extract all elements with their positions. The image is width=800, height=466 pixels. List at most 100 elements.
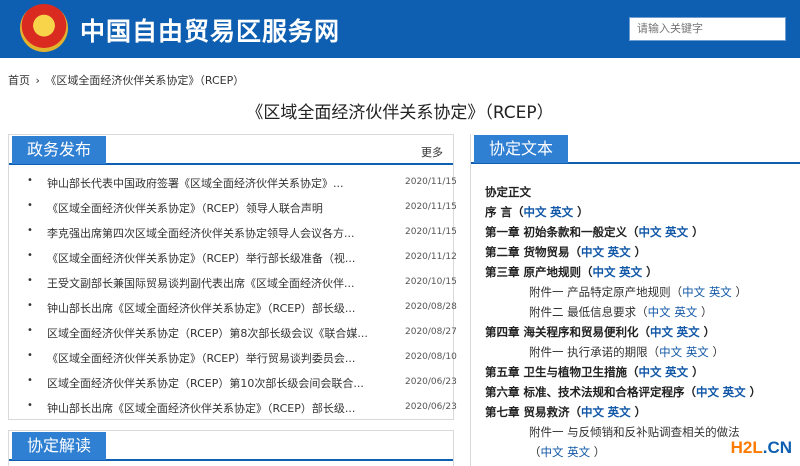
toc-label: 附件二 最低信息要求（ bbox=[529, 305, 648, 319]
news-item[interactable]: 区域全面经济伙伴关系协定（RCEP）第10次部长级会间会联合... 2020/06… bbox=[27, 375, 457, 400]
breadcrumb-current: 《区域全面经济伙伴关系协定》（RCEP） bbox=[45, 74, 245, 87]
english-link[interactable]: 英文 bbox=[677, 325, 700, 339]
interpretation-panel: 协定解读 bbox=[8, 430, 454, 466]
news-date: 2020/10/15 bbox=[405, 277, 457, 287]
news-title[interactable]: 《区域全面经济伙伴关系协定》（RCEP）举行贸易谈判委员会... bbox=[47, 350, 397, 366]
toc-row: 附件二 最低信息要求（中文 英文 ） bbox=[529, 305, 713, 319]
news-date: 2020/11/15 bbox=[405, 177, 457, 187]
news-panel-title: 政务发布 bbox=[12, 136, 107, 164]
toc-row: 附件一 执行承诺的期限（中文 英文 ） bbox=[529, 345, 724, 359]
search-input[interactable] bbox=[629, 17, 786, 41]
chinese-link[interactable]: 中文 bbox=[682, 285, 705, 299]
english-link[interactable]: 英文 bbox=[550, 205, 573, 219]
toc-label: 第一章 初始条款和一般定义（ bbox=[485, 225, 639, 239]
news-title[interactable]: 王受文副部长兼国际贸易谈判副代表出席《区域全面经济伙伴... bbox=[47, 275, 397, 291]
english-link[interactable]: 英文 bbox=[608, 405, 631, 419]
english-link[interactable]: 英文 bbox=[674, 305, 697, 319]
news-date: 2020/08/27 bbox=[405, 327, 457, 337]
chinese-link[interactable]: 中文 bbox=[524, 205, 547, 219]
news-title[interactable]: 钟山部长代表中国政府签署《区域全面经济伙伴关系协定》... bbox=[47, 175, 397, 191]
toc-label: 第四章 海关程序和贸易便利化（ bbox=[485, 325, 651, 339]
breadcrumb-separator: › bbox=[35, 74, 40, 87]
top-banner: 中国自由贸易区服务网 bbox=[0, 0, 800, 58]
toc-row: 第六章 标准、技术法规和合格评定程序（中文 英文 ） bbox=[485, 385, 762, 399]
news-panel-header: 政务发布 更多 bbox=[9, 135, 453, 165]
news-item[interactable]: 区域全面经济伙伴关系协定（RCEP）第8次部长级会议《联合媒... 2020/08… bbox=[27, 325, 457, 350]
news-item[interactable]: 《区域全面经济伙伴关系协定》（RCEP）举行部长级准备（视... 2020/11/… bbox=[27, 250, 457, 275]
interpretation-panel-title: 协定解读 bbox=[12, 432, 107, 460]
agreement-text-panel: 协定文本 协定正文 序 言（中文 英文 ）第一章 初始条款和一般定义（中文 英文… bbox=[470, 134, 800, 466]
toc-label: 第六章 标准、技术法规和合格评定程序（ bbox=[485, 385, 697, 399]
site-title[interactable]: 中国自由贸易区服务网 bbox=[80, 12, 340, 48]
news-title[interactable]: 区域全面经济伙伴关系协定（RCEP）第10次部长级会间会联合... bbox=[47, 375, 397, 391]
news-date: 2020/06/23 bbox=[405, 402, 457, 412]
chinese-link[interactable]: 中文 bbox=[696, 385, 719, 399]
chinese-link[interactable]: 中文 bbox=[650, 325, 673, 339]
news-item[interactable]: 钟山部长代表中国政府签署《区域全面经济伙伴关系协定》... 2020/11/15 bbox=[27, 175, 457, 200]
toc-label: 附件一 与反倾销和反补贴调查相关的做法 bbox=[529, 425, 740, 439]
chinese-link[interactable]: 中文 bbox=[581, 405, 604, 419]
chinese-link[interactable]: 中文 bbox=[639, 365, 662, 379]
chinese-link[interactable]: 中文 bbox=[581, 245, 604, 259]
toc-label: 第五章 卫生与植物卫生措施（ bbox=[485, 365, 639, 379]
toc-label: 附件一 产品特定原产地规则（ bbox=[529, 285, 683, 299]
news-date: 2020/08/10 bbox=[405, 352, 457, 362]
chinese-link[interactable]: 中文 bbox=[639, 225, 662, 239]
news-item[interactable]: 《区域全面经济伙伴关系协定》（RCEP）举行贸易谈判委员会... 2020/08/… bbox=[27, 350, 457, 375]
toc-row: 第四章 海关程序和贸易便利化（中文 英文 ） bbox=[485, 325, 716, 339]
news-title[interactable]: 李克强出席第四次区域全面经济伙伴关系协定领导人会议各方... bbox=[47, 225, 397, 241]
agreement-toc: 协定正文 序 言（中文 英文 ） 第一章 初始条款和一般定义（中文 英文 ） 第二章… bbox=[485, 184, 800, 464]
agreement-text-title: 协定文本 bbox=[474, 135, 569, 163]
news-title[interactable]: 《区域全面经济伙伴关系协定》（RCEP）举行部长级准备（视... bbox=[47, 250, 397, 266]
news-date: 2020/08/28 bbox=[405, 302, 457, 312]
toc-label: 序 言（ bbox=[485, 205, 524, 219]
news-title[interactable]: 《区域全面经济伙伴关系协定》（RCEP）领导人联合声明 bbox=[47, 200, 397, 216]
news-item[interactable]: 李克强出席第四次区域全面经济伙伴关系协定领导人会议各方... 2020/11/15 bbox=[27, 225, 457, 250]
news-list: 钟山部长代表中国政府签署《区域全面经济伙伴关系协定》...2020/11/15《… bbox=[27, 175, 457, 425]
news-item[interactable]: 王受文副部长兼国际贸易谈判副代表出席《区域全面经济伙伴... 2020/10/15 bbox=[27, 275, 457, 300]
news-title[interactable]: 钟山部长出席《区域全面经济伙伴关系协定》（RCEP）部长级... bbox=[47, 300, 397, 316]
chinese-link[interactable]: 中文 bbox=[593, 265, 616, 279]
news-panel: 政务发布 更多 钟山部长代表中国政府签署《区域全面经济伙伴关系协定》... 202… bbox=[8, 134, 457, 420]
toc-label: 第三章 原产地规则（ bbox=[485, 265, 593, 279]
english-link[interactable]: 英文 bbox=[723, 385, 746, 399]
news-title[interactable]: 钟山部长出席《区域全面经济伙伴关系协定》（RCEP）部长级... bbox=[47, 400, 397, 416]
toc-label: 附件一 执行承诺的期限（ bbox=[529, 345, 660, 359]
english-link[interactable]: 英文 bbox=[709, 285, 732, 299]
page-title: 《区域全面经济伙伴关系协定》（RCEP） bbox=[246, 103, 554, 123]
english-link[interactable]: 英文 bbox=[665, 365, 688, 379]
toc-row: 第三章 原产地规则（中文 英文 ） bbox=[485, 265, 658, 279]
national-emblem-icon bbox=[20, 4, 68, 52]
news-date: 2020/11/15 bbox=[405, 202, 457, 212]
toc-heading: 协定正文 bbox=[485, 185, 531, 199]
news-date: 2020/06/23 bbox=[405, 377, 457, 387]
news-date: 2020/11/12 bbox=[405, 252, 457, 262]
more-link[interactable]: 更多 bbox=[421, 144, 443, 160]
news-title[interactable]: 区域全面经济伙伴关系协定（RCEP）第8次部长级会议《联合媒... bbox=[47, 325, 397, 341]
toc-row: 第二章 货物贸易（中文 英文 ） bbox=[485, 245, 647, 259]
chinese-link[interactable]: 中文 bbox=[541, 445, 564, 459]
english-link[interactable]: 英文 bbox=[608, 245, 631, 259]
news-item[interactable]: 钟山部长出席《区域全面经济伙伴关系协定》（RCEP）部长级... 2020/08/… bbox=[27, 300, 457, 325]
toc-row: 序 言（中文 英文 ） bbox=[485, 205, 589, 219]
toc-row: 第一章 初始条款和一般定义（中文 英文 ） bbox=[485, 225, 704, 239]
breadcrumb-home[interactable]: 首页 bbox=[8, 74, 30, 87]
chinese-link[interactable]: 中文 bbox=[659, 345, 682, 359]
toc-row: 第五章 卫生与植物卫生措施（中文 英文 ） bbox=[485, 365, 704, 379]
english-link[interactable]: 英文 bbox=[686, 345, 709, 359]
chinese-link[interactable]: 中文 bbox=[648, 305, 671, 319]
news-date: 2020/11/15 bbox=[405, 227, 457, 237]
english-link[interactable]: 英文 bbox=[665, 225, 688, 239]
watermark-logo: H2L.CN bbox=[730, 438, 792, 457]
toc-label: 第七章 贸易救济（ bbox=[485, 405, 582, 419]
toc-label: （ bbox=[529, 445, 541, 459]
interpretation-panel-header: 协定解读 bbox=[9, 431, 453, 461]
news-item[interactable]: 钟山部长出席《区域全面经济伙伴关系协定》（RCEP）部长级... 2020/06/… bbox=[27, 400, 457, 425]
agreement-text-header: 协定文本 bbox=[471, 134, 800, 164]
toc-row: 第七章 贸易救济（中文 英文 ） bbox=[485, 405, 647, 419]
toc-label: 第二章 货物贸易（ bbox=[485, 245, 582, 259]
breadcrumb: 首页 › 《区域全面经济伙伴关系协定》（RCEP） bbox=[8, 72, 246, 88]
english-link[interactable]: 英文 bbox=[567, 445, 590, 459]
english-link[interactable]: 英文 bbox=[619, 265, 642, 279]
news-item[interactable]: 《区域全面经济伙伴关系协定》（RCEP）领导人联合声明 2020/11/15 bbox=[27, 200, 457, 225]
